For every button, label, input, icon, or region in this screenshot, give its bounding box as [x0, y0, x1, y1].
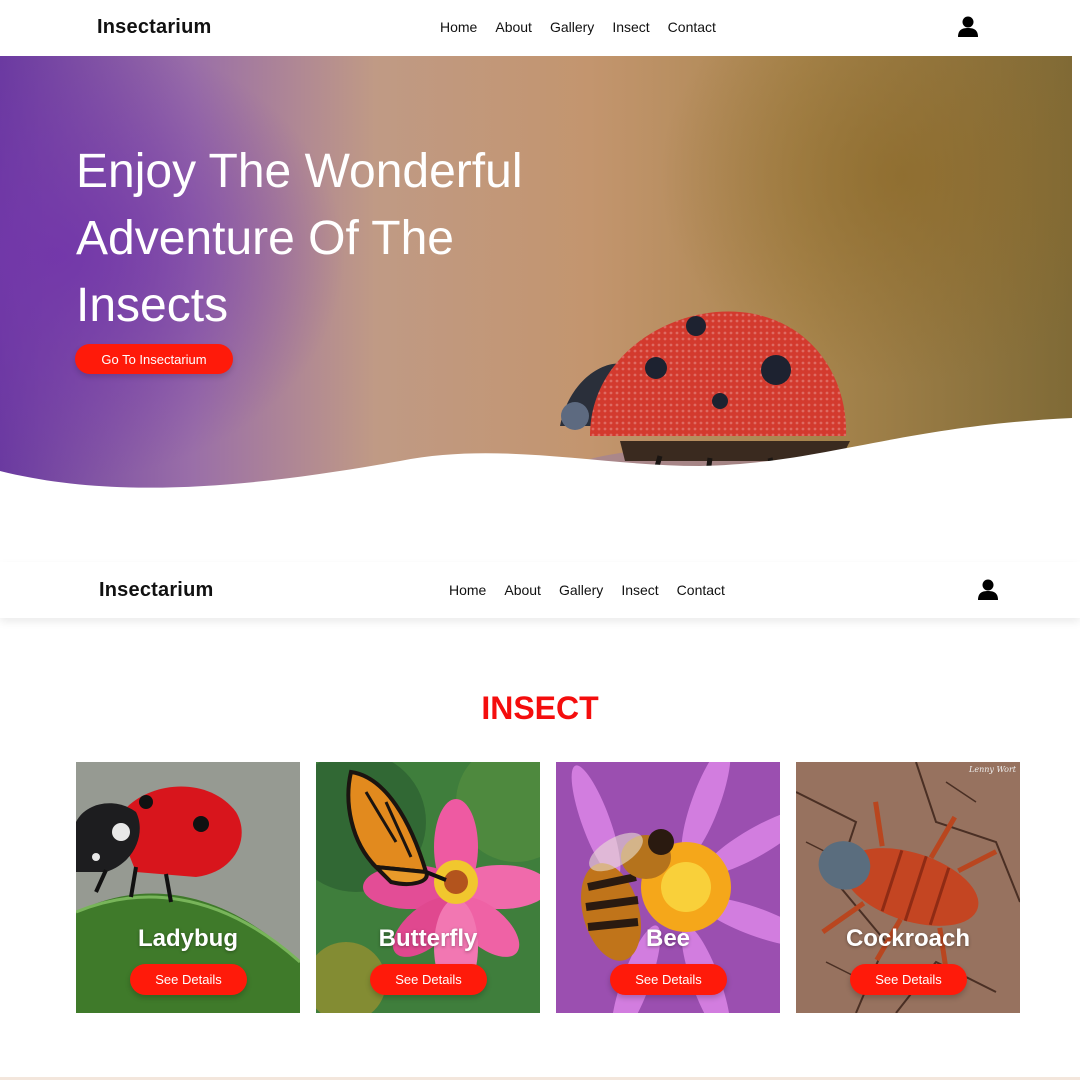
see-details-button[interactable]: See Details [370, 964, 487, 995]
card-title: Butterfly [378, 925, 478, 952]
sticky-navbar: Insectarium Home About Gallery Insect Co… [0, 562, 1080, 618]
hero-banner: Enjoy The Wonderful Adventure Of The Ins… [0, 56, 1072, 506]
card-title: Bee [645, 925, 691, 952]
insect-section-title: INSECT [481, 690, 599, 726]
nav-gallery-link[interactable]: Gallery [550, 19, 594, 35]
see-details-button[interactable]: See Details [130, 964, 247, 995]
nav-insect-link[interactable]: Insect [621, 582, 658, 598]
nav-contact-link[interactable]: Contact [677, 582, 725, 598]
top-navbar: Insectarium Home About Gallery Insect Co… [0, 0, 1080, 56]
insect-card-bee[interactable]: Bee See Details [556, 762, 780, 1013]
card-title: Cockroach [845, 925, 971, 952]
nav-home-link[interactable]: Home [440, 19, 477, 35]
see-details-button[interactable]: See Details [850, 964, 967, 995]
nav-gallery-link[interactable]: Gallery [559, 582, 603, 598]
go-to-insectarium-button[interactable]: Go To Insectarium [75, 344, 233, 374]
nav-about-link[interactable]: About [504, 582, 541, 598]
insect-card-butterfly[interactable]: Butterfly See Details [316, 762, 540, 1013]
brand-logo[interactable]: Insectarium [99, 579, 213, 602]
insect-card-grid: Ladybug See Details Butterfly See Detail… [76, 762, 1020, 1013]
main-menu: Home About Gallery Insect Contact [449, 582, 725, 598]
hero-wave-divider [0, 418, 1072, 506]
nav-home-link[interactable]: Home [449, 582, 486, 598]
user-icon[interactable] [978, 579, 998, 601]
nav-contact-link[interactable]: Contact [668, 19, 716, 35]
photo-watermark: Lenny Wort [969, 765, 1016, 774]
user-icon[interactable] [958, 16, 978, 38]
insect-card-cockroach[interactable]: Lenny Wort Cockroach See Details [796, 762, 1020, 1013]
hero-title: Enjoy The Wonderful Adventure Of The Ins… [76, 145, 523, 332]
nav-insect-link[interactable]: Insect [612, 19, 649, 35]
card-title: Ladybug [138, 925, 238, 952]
see-details-button[interactable]: See Details [610, 964, 727, 995]
nav-about-link[interactable]: About [495, 19, 532, 35]
brand-logo[interactable]: Insectarium [97, 16, 211, 39]
main-menu: Home About Gallery Insect Contact [440, 19, 716, 35]
insect-card-ladybug[interactable]: Ladybug See Details [76, 762, 300, 1013]
